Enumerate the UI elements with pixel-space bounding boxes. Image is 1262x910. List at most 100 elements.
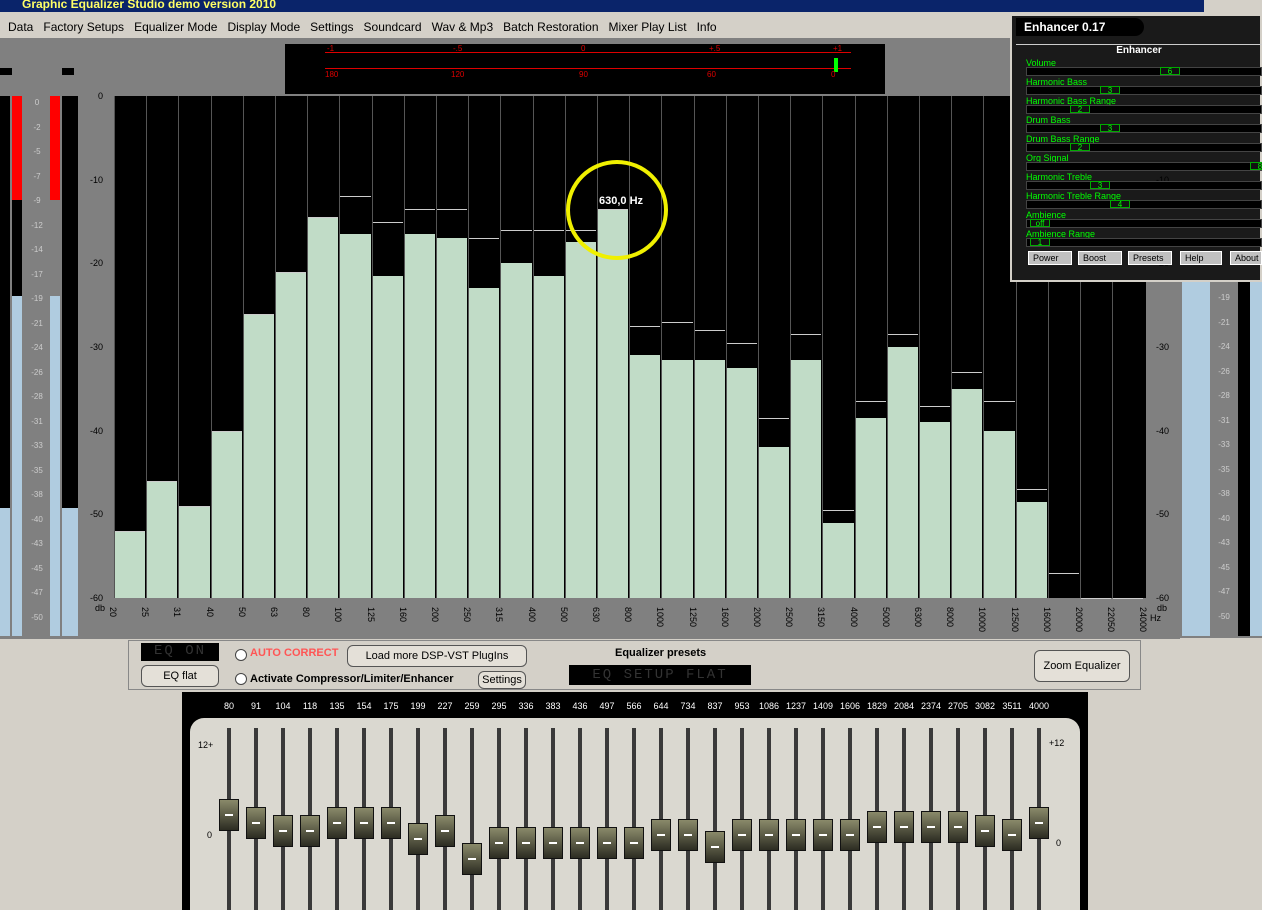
eq-slider-knob[interactable] — [1029, 807, 1049, 839]
spectrum-x-label: 25 — [140, 607, 151, 618]
enhancer-param-slider[interactable] — [1026, 86, 1262, 95]
vu-left-clip-2 — [50, 96, 60, 200]
vu-right-scale-label: -26 — [1218, 366, 1230, 376]
preset-display[interactable]: EQ SETUP FLAT — [569, 665, 751, 685]
vu-right-scale-label: -35 — [1218, 464, 1230, 474]
eq-slider-knob[interactable] — [219, 799, 239, 831]
eq-slider-knob[interactable] — [624, 827, 644, 859]
eq-slider-knob[interactable] — [651, 819, 671, 851]
enhancer-param-slider[interactable] — [1026, 181, 1262, 190]
enhancer-param-value[interactable]: 2 — [1070, 143, 1090, 152]
enhancer-param-value[interactable]: 3 — [1090, 181, 1110, 190]
eq-slider-knob[interactable] — [840, 819, 860, 851]
enhancer-boost-button[interactable]: Boost — [1078, 251, 1122, 265]
enhancer-power-button[interactable]: Power — [1028, 251, 1072, 265]
eq-slider-knob[interactable] — [273, 815, 293, 847]
eq-slider-knob[interactable] — [408, 823, 428, 855]
enhancer-param-value[interactable]: 8 — [1250, 162, 1262, 171]
enhancer-presets-button[interactable]: Presets — [1128, 251, 1172, 265]
eq-slider-knob[interactable] — [894, 811, 914, 843]
compressor-settings-button[interactable]: Settings — [478, 671, 526, 689]
eq-slider-knob[interactable] — [597, 827, 617, 859]
menu-item-info[interactable]: Info — [697, 20, 717, 34]
eq-slider-knob[interactable] — [678, 819, 698, 851]
eq-slider-knob[interactable] — [759, 819, 779, 851]
eq-band-frequency: 1409 — [812, 701, 834, 711]
eq-band-frequency: 118 — [302, 701, 318, 711]
eq-slider-knob[interactable] — [246, 807, 266, 839]
eq-slider-knob[interactable] — [921, 811, 941, 843]
menu-item-soundcard[interactable]: Soundcard — [364, 20, 422, 34]
eq-slider-knob[interactable] — [489, 827, 509, 859]
enhancer-param-value[interactable]: 6 — [1160, 67, 1180, 76]
vu-left-scale-label: -2 — [33, 122, 41, 132]
eq-slider-knob[interactable] — [786, 819, 806, 851]
spectrum-x-label: 3150 — [816, 607, 827, 628]
eq-band-frequency: 295 — [491, 701, 507, 711]
spectrum-y-label: 0 — [98, 91, 104, 101]
load-plugins-button[interactable]: Load more DSP-VST PlugIns — [347, 645, 527, 667]
enhancer-param-value[interactable]: 3 — [1100, 86, 1120, 95]
enhancer-param-slider[interactable] — [1026, 162, 1262, 171]
enhancer-param-value[interactable]: 4 — [1110, 200, 1130, 209]
eq-band-frequency: 2084 — [893, 701, 915, 711]
enhancer-param-slider[interactable] — [1026, 124, 1262, 133]
eq-flat-button[interactable]: EQ flat — [141, 665, 219, 687]
eq-slider-knob[interactable] — [327, 807, 347, 839]
menu-item-wav-mp3[interactable]: Wav & Mp3 — [432, 20, 494, 34]
vu-left-clip-1 — [12, 96, 22, 200]
spectrum-x-label: 12500 — [1009, 607, 1020, 633]
eq-slider-knob[interactable] — [975, 815, 995, 847]
enhancer-param-slider[interactable] — [1026, 219, 1262, 228]
eq-mid-left-label: 0 — [207, 830, 213, 840]
eq-slider-track — [551, 728, 555, 910]
menu-item-batch-restoration[interactable]: Batch Restoration — [503, 20, 598, 34]
menu-item-factory-setups[interactable]: Factory Setups — [43, 20, 124, 34]
vu-left-scale-label: -35 — [31, 465, 43, 475]
eq-slider-knob[interactable] — [435, 815, 455, 847]
menu-item-display-mode[interactable]: Display Mode — [227, 20, 300, 34]
spectrum-y-label: -50 — [1156, 509, 1170, 520]
menu-item-settings[interactable]: Settings — [310, 20, 353, 34]
spectrum-gridline — [114, 96, 115, 598]
enhancer-help-button[interactable]: Help — [1180, 251, 1222, 265]
enhancer-param-slider[interactable] — [1026, 67, 1262, 76]
eq-slider-knob[interactable] — [381, 807, 401, 839]
eq-slider-knob[interactable] — [705, 831, 725, 863]
eq-slider-knob[interactable] — [867, 811, 887, 843]
spectrum-x-label: 800 — [623, 607, 634, 623]
vu-left-level-4 — [62, 508, 78, 636]
eq-band-frequency: 259 — [464, 701, 480, 711]
vu-left-scale-label: -12 — [31, 220, 43, 230]
eq-slider-knob[interactable] — [516, 827, 536, 859]
auto-correct-checkbox[interactable] — [235, 649, 247, 661]
eq-slider-knob[interactable] — [354, 807, 374, 839]
spectrum-bar — [404, 234, 435, 598]
eq-slider-knob[interactable] — [948, 811, 968, 843]
spectrum-x-label: 400 — [526, 607, 537, 623]
enhancer-about-button[interactable]: About — [1230, 251, 1262, 265]
compressor-checkbox[interactable] — [235, 673, 247, 685]
eq-slider-knob[interactable] — [543, 827, 563, 859]
enhancer-param-slider[interactable] — [1026, 105, 1262, 114]
eq-slider-knob[interactable] — [1002, 819, 1022, 851]
eq-slider-knob[interactable] — [462, 843, 482, 875]
eq-slider-knob[interactable] — [732, 819, 752, 851]
eq-band-frequency: 566 — [626, 701, 642, 711]
eq-slider-knob[interactable] — [813, 819, 833, 851]
enhancer-param-slider[interactable] — [1026, 238, 1262, 247]
enhancer-param-value[interactable]: 1 — [1030, 238, 1050, 247]
spectrum-bar — [1016, 501, 1047, 598]
enhancer-param-slider[interactable] — [1026, 200, 1262, 209]
phase-top-tick: +.5 — [709, 44, 721, 53]
eq-slider-knob[interactable] — [300, 815, 320, 847]
menu-item-mixer-play-list[interactable]: Mixer Play List — [609, 20, 687, 34]
enhancer-param-value[interactable]: 2 — [1070, 105, 1090, 114]
menu-item-equalizer-mode[interactable]: Equalizer Mode — [134, 20, 217, 34]
zoom-equalizer-button[interactable]: Zoom Equalizer — [1034, 650, 1130, 682]
enhancer-param-value[interactable]: 3 — [1100, 124, 1120, 133]
enhancer-param-value[interactable]: off — [1030, 219, 1050, 228]
eq-slider-knob[interactable] — [570, 827, 590, 859]
enhancer-param-slider[interactable] — [1026, 143, 1262, 152]
menu-item-data[interactable]: Data — [8, 20, 33, 34]
